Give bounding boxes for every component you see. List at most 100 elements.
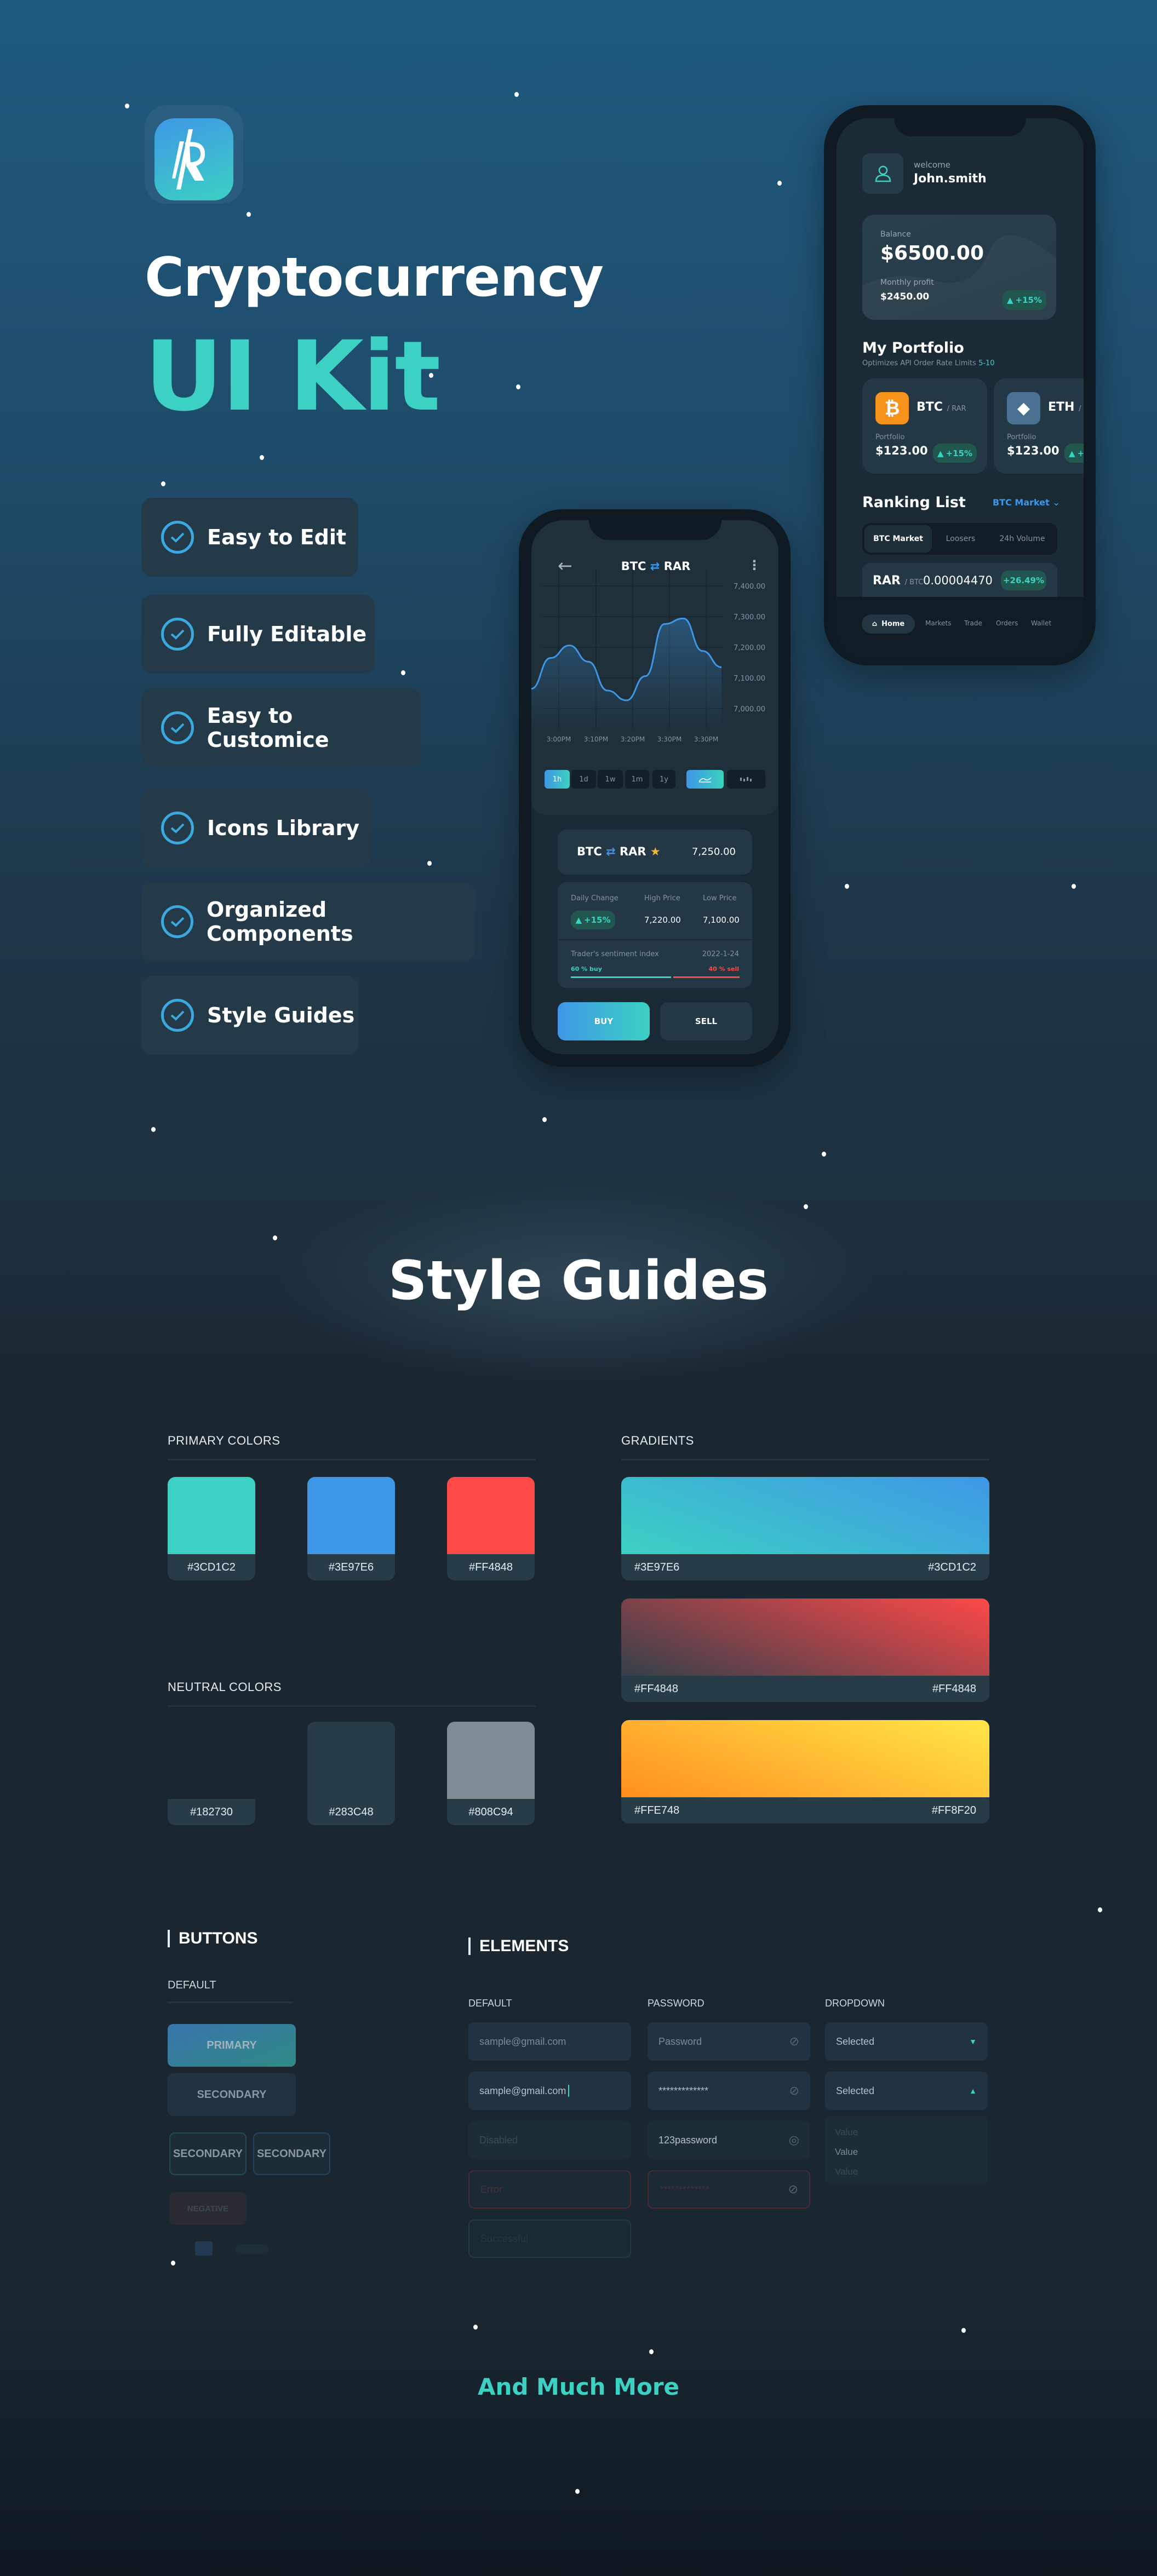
period-1y[interactable]: 1y — [652, 770, 675, 789]
eye-icon[interactable]: ◎ — [789, 2133, 799, 2147]
text-input[interactable]: Successful — [468, 2220, 631, 2258]
coin-card-btc[interactable]: ₿ BTC / RAR Portfolio $123.00 ▲ +15% — [862, 378, 987, 474]
sell-bar — [673, 976, 740, 978]
password-input[interactable]: Password ⊘ — [648, 2022, 810, 2061]
nav-trade[interactable]: Trade — [964, 619, 982, 627]
profit-change-badge: ▲ +15% — [1003, 290, 1046, 310]
check-circle-icon — [161, 812, 194, 844]
toggle[interactable] — [236, 2244, 268, 2254]
primary-colors-label: PRIMARY COLORS — [168, 1434, 280, 1447]
check-circle-icon — [161, 521, 194, 554]
star-dot — [542, 1117, 547, 1122]
color-swatch: #283C48 — [307, 1722, 395, 1825]
eye-off-icon[interactable]: ⊘ — [789, 2034, 799, 2049]
star-dot — [273, 1235, 277, 1240]
y-tick-label: 7,000.00 — [734, 705, 765, 714]
col-dropdown: DROPDOWN — [825, 1998, 885, 2009]
profit-value: $2450.00 — [880, 291, 930, 302]
caret-down-icon: ▼ — [969, 2037, 977, 2046]
feature-label: Fully Editable — [207, 622, 367, 646]
line-chart-button[interactable] — [686, 770, 724, 789]
tab-btc-market[interactable]: BTC Market — [864, 525, 932, 553]
secondary-button[interactable]: SECONDARY — [168, 2073, 296, 2116]
up-arrow-icon: ▲ — [1068, 448, 1075, 458]
x-tick-label: 3:30PM — [694, 735, 719, 743]
bottom-nav: ⌂ Home Markets Trade Orders Wallet — [837, 597, 1084, 660]
primary-button[interactable]: PRIMARY — [168, 2024, 296, 2067]
stat-label: Daily Change — [571, 894, 618, 902]
feature-item: Style Guides — [141, 976, 358, 1055]
dropdown[interactable]: Selected ▲ — [825, 2072, 988, 2110]
secondary-outline-button[interactable]: SECONDARY — [169, 2132, 247, 2175]
nav-wallet[interactable]: Wallet — [1031, 619, 1051, 627]
hero-title: Cryptocurrency — [145, 246, 604, 309]
logo-mark-icon — [172, 129, 205, 189]
x-tick-label: 3:10PM — [584, 735, 609, 743]
text-input[interactable]: Error — [468, 2170, 631, 2209]
star-dot — [961, 2328, 966, 2333]
dropdown-option[interactable]: Value — [835, 2123, 978, 2142]
swap-icon: ⇄ — [606, 845, 616, 858]
y-tick-label: 7,300.00 — [734, 613, 765, 622]
balance-value: $6500.00 — [880, 242, 984, 264]
tab-loosers[interactable]: Loosers — [932, 534, 989, 543]
col-default: DEFAULT — [468, 1998, 512, 2009]
dropdown[interactable]: Selected ▼ — [825, 2022, 988, 2061]
star-dot — [401, 670, 405, 675]
star-dot — [845, 884, 849, 889]
period-1d[interactable]: 1d — [571, 770, 596, 789]
dropdown-list: Value Value Value — [825, 2116, 988, 2184]
profit-label: Monthly profit — [880, 278, 934, 287]
dropdown-option[interactable]: Value — [835, 2162, 978, 2182]
period-1m[interactable]: 1m — [625, 770, 649, 789]
x-tick-label: 3:00PM — [547, 735, 571, 743]
stat-label: High Price — [644, 894, 680, 902]
password-input[interactable]: 123password ◎ — [648, 2121, 810, 2159]
row-symbol: RAR / BTC — [873, 574, 924, 588]
period-1w[interactable]: 1w — [598, 770, 623, 789]
pair-name: BTC ⇄ RAR ★ — [577, 845, 661, 858]
coin-card-eth[interactable]: ◆ ETH / Portfolio $123.00 ▲+15% — [994, 378, 1084, 474]
coin-label: Portfolio — [1007, 433, 1036, 441]
feature-item: Organized Components — [141, 882, 475, 961]
eye-off-icon[interactable]: ⊘ — [789, 2084, 799, 2098]
tab-24h-volume[interactable]: 24h Volume — [989, 534, 1055, 543]
nav-markets[interactable]: Markets — [925, 619, 952, 627]
text-input[interactable]: sample@gmail.com — [468, 2072, 631, 2110]
candle-chart-button[interactable] — [727, 770, 765, 789]
balance-card[interactable]: Balance $6500.00 Monthly profit $2450.00… — [862, 215, 1056, 320]
buttons-title: BUTTONS — [168, 1930, 257, 1947]
period-1h[interactable]: 1h — [545, 770, 570, 789]
neutral-colors-label: NEUTRAL COLORS — [168, 1680, 282, 1694]
password-input[interactable]: ************* ⊘ — [648, 2170, 810, 2209]
color-swatch: #808C94 — [447, 1722, 535, 1825]
dropdown-option[interactable]: Value — [835, 2142, 978, 2162]
notch — [894, 118, 1026, 136]
buy-button[interactable]: BUY — [558, 1002, 650, 1040]
nav-orders[interactable]: Orders — [996, 619, 1018, 627]
line-chart-icon — [698, 777, 712, 783]
divider — [168, 1705, 536, 1707]
daily-change-badge: ▲ +15% — [571, 911, 615, 929]
market-select[interactable]: BTC Market ⌄ — [993, 497, 1060, 508]
sell-button[interactable]: SELL — [660, 1002, 752, 1040]
eye-off-icon[interactable]: ⊘ — [788, 2182, 798, 2196]
avatar[interactable] — [862, 153, 903, 194]
nav-home[interactable]: ⌂ Home — [862, 614, 915, 634]
text-input[interactable]: sample@gmail.com — [468, 2022, 631, 2061]
text-input[interactable]: Disabled — [468, 2121, 631, 2159]
color-swatch: #FF4848 — [447, 1477, 535, 1580]
divider — [168, 2002, 293, 2003]
up-arrow-icon: ▲ — [1006, 295, 1013, 305]
negative-button[interactable]: NEGATIVE — [169, 2192, 247, 2225]
secondary-outline-button[interactable]: SECONDARY — [253, 2132, 330, 2175]
home-screen: welcome John.smith Balance $6500.00 Mont… — [837, 118, 1084, 660]
checkbox[interactable] — [195, 2241, 213, 2256]
y-tick-label: 7,100.00 — [734, 675, 765, 683]
low-price: 7,100.00 — [703, 915, 740, 925]
hero-subtitle: UI Kit — [145, 320, 441, 433]
star-dot — [1098, 1907, 1102, 1912]
password-input[interactable]: ************* ⊘ — [648, 2072, 810, 2110]
pair-price-card[interactable]: BTC ⇄ RAR ★ 7,250.00 — [558, 830, 752, 875]
divider — [168, 1459, 536, 1461]
